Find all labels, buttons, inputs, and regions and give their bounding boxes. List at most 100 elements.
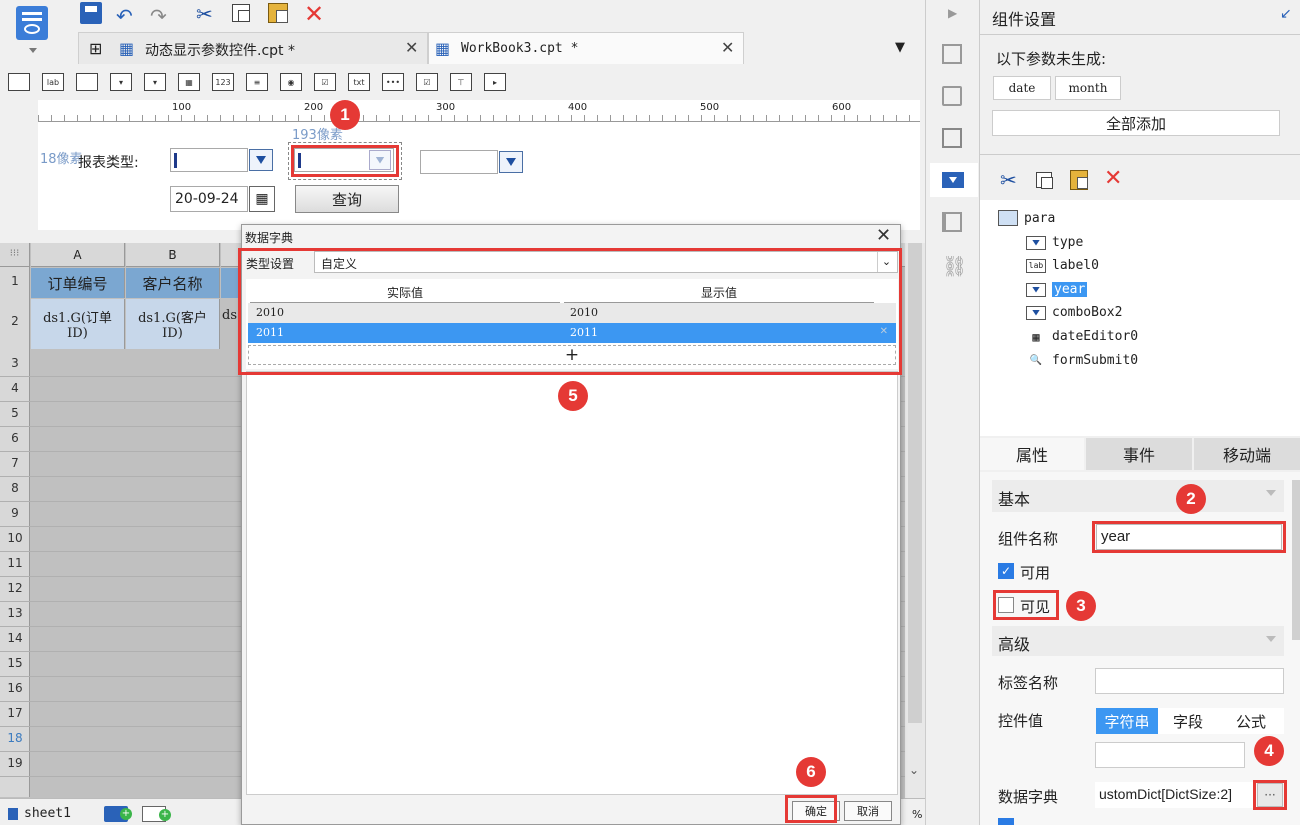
column-header-a[interactable]: A xyxy=(31,243,125,267)
textfield-widget-icon[interactable] xyxy=(76,73,98,91)
dialog-close-icon[interactable]: ✕ xyxy=(876,225,891,246)
paste-icon[interactable] xyxy=(268,3,288,23)
tree-item-type[interactable]: type xyxy=(1026,235,1083,250)
value-type-field[interactable]: 字段 xyxy=(1158,708,1218,734)
value-type-formula[interactable]: 公式 xyxy=(1218,708,1284,734)
column-header-b[interactable]: B xyxy=(126,243,220,267)
section-advanced-header[interactable]: 高级 xyxy=(992,626,1284,656)
tree-item-formSubmit0[interactable]: 🔍 formSubmit0 xyxy=(1026,353,1138,368)
data-cell-customer-id[interactable]: ds1.G(客户ID) xyxy=(126,299,220,349)
tab-list-dropdown-icon[interactable]: ▼ xyxy=(895,40,905,55)
listbox-widget-icon[interactable]: ▾ xyxy=(144,73,166,91)
tab-mobile[interactable]: 移动端 xyxy=(1194,438,1300,470)
add-all-button[interactable]: 全部添加 xyxy=(992,110,1280,136)
header-cell-c[interactable] xyxy=(221,268,241,298)
tab-param-template[interactable]: ⊞ ▦ 动态显示参数控件.cpt * ✕ xyxy=(78,32,428,64)
enabled-checkbox[interactable]: ✓ xyxy=(998,563,1014,579)
select-all-corner[interactable]: ⁝⁝⁝ xyxy=(0,243,30,267)
report-block-icon[interactable] xyxy=(942,86,962,106)
header-cell-order-no[interactable]: 订单编号 xyxy=(31,268,125,298)
tree-item-label0[interactable]: lab label0 xyxy=(1026,258,1099,273)
value-type-string[interactable]: 字符串 xyxy=(1096,708,1158,734)
tree-root[interactable]: para xyxy=(1024,211,1055,226)
col-header-actual: 实际值 xyxy=(250,283,560,303)
tree-item-dateEditor0[interactable]: ▦ dateEditor0 xyxy=(1026,329,1138,344)
add-row-button[interactable]: + xyxy=(248,345,896,365)
checkbox-group-icon[interactable]: ☑ xyxy=(314,73,336,91)
type-combobox[interactable] xyxy=(170,148,248,172)
tab-events[interactable]: 事件 xyxy=(1086,438,1192,470)
expand-icon[interactable]: ↙ xyxy=(1280,6,1292,22)
redo-icon[interactable]: ↷ xyxy=(150,4,167,28)
tree-widget-icon[interactable]: ⊤ xyxy=(450,73,472,91)
delete-icon[interactable]: ✕ xyxy=(304,0,324,28)
checkbox-widget-icon[interactable]: ☑ xyxy=(416,73,438,91)
header-cell-customer[interactable]: 客户名称 xyxy=(126,268,220,298)
tab-properties[interactable]: 属性 xyxy=(980,438,1084,470)
tag-name-input[interactable] xyxy=(1095,668,1284,694)
paste-icon[interactable] xyxy=(1070,170,1088,190)
next-option-checkbox[interactable] xyxy=(998,818,1014,825)
save-icon[interactable] xyxy=(80,2,102,24)
type-select[interactable]: 自定义 ⌄ xyxy=(314,251,898,273)
add-sheet-icon[interactable]: + xyxy=(104,806,132,822)
remove-row-icon[interactable]: ✕ xyxy=(880,326,888,337)
date-editor[interactable]: 20-09-24 xyxy=(170,186,248,212)
control-value-input[interactable] xyxy=(1095,742,1245,768)
copy-icon[interactable] xyxy=(232,4,250,22)
tab-workbook3[interactable]: ▦ WorkBook3.cpt * ✕ xyxy=(428,32,744,64)
component-name-input[interactable]: year xyxy=(1096,524,1282,550)
vertical-scrollbar[interactable]: ⌄ xyxy=(905,243,925,798)
query-button[interactable]: 查询 xyxy=(295,185,399,213)
textarea-widget-icon[interactable]: ≡ xyxy=(246,73,268,91)
collapse-arrow-icon[interactable]: ▶ xyxy=(948,6,957,20)
data-cell-order-id[interactable]: ds1.G(订单ID) xyxy=(31,299,125,349)
data-dict-field[interactable]: ustomDict[DictSize:2] xyxy=(1095,782,1255,808)
sheet-tab[interactable]: sheet1 xyxy=(24,806,71,821)
combobox-widget-icon[interactable]: ▾ xyxy=(110,73,132,91)
tree-item-comboBox2[interactable]: comboBox2 xyxy=(1026,305,1122,320)
delete-icon[interactable]: ✕ xyxy=(1104,166,1122,191)
widget-settings-icon[interactable] xyxy=(930,163,978,197)
ok-button[interactable]: 确定 xyxy=(792,801,840,821)
number-widget-icon[interactable]: 123 xyxy=(212,73,234,91)
radio-group-icon[interactable]: ◉ xyxy=(280,73,302,91)
chevron-down-icon[interactable] xyxy=(249,149,273,171)
doc-icon: ▦ xyxy=(435,39,451,58)
frame-icon[interactable] xyxy=(942,128,962,148)
scroll-down-icon[interactable]: ⌄ xyxy=(909,763,919,777)
more-widgets-icon[interactable]: ▸ xyxy=(484,73,506,91)
text-widget-icon[interactable]: txt xyxy=(348,73,370,91)
param-chip-date[interactable]: date xyxy=(993,76,1051,100)
button-widget-icon[interactable] xyxy=(8,73,30,91)
hyperlink-icon[interactable]: ⛓ xyxy=(942,254,967,278)
cancel-button[interactable]: 取消 xyxy=(844,801,892,821)
combobox2[interactable] xyxy=(420,150,498,174)
close-icon[interactable]: ✕ xyxy=(405,38,418,57)
date-widget-icon[interactable]: ▦ xyxy=(178,73,200,91)
calendar-icon[interactable]: ▦ xyxy=(249,186,275,212)
data-dict-more-button[interactable]: ··· xyxy=(1257,783,1283,807)
cut-icon[interactable]: ✂ xyxy=(196,2,213,26)
template-settings-icon[interactable] xyxy=(942,212,962,232)
visible-checkbox[interactable] xyxy=(998,597,1014,613)
right-scrollbar[interactable] xyxy=(1292,480,1300,640)
undo-icon[interactable]: ↶ xyxy=(116,4,133,28)
chevron-down-icon[interactable] xyxy=(499,151,523,173)
add-poly-sheet-icon[interactable]: + xyxy=(142,806,171,822)
dict-row-selected[interactable]: 2011 2011 ✕ xyxy=(248,323,896,343)
tree-item-year[interactable]: year xyxy=(1026,282,1088,297)
close-icon[interactable]: ✕ xyxy=(721,38,734,57)
dict-row[interactable]: 2010 2010 xyxy=(248,303,896,323)
cut-icon[interactable]: ✂ xyxy=(1000,168,1017,192)
section-basic-header[interactable]: 基本 xyxy=(992,480,1284,512)
copy-icon[interactable] xyxy=(1036,172,1053,189)
row-number[interactable]: 1 xyxy=(0,274,30,288)
label-widget-icon[interactable]: lab xyxy=(42,73,64,91)
app-logo-icon[interactable] xyxy=(16,6,48,40)
layout-icon[interactable] xyxy=(942,44,962,64)
row-number[interactable]: 2 xyxy=(0,314,30,328)
data-cell-c[interactable]: ds xyxy=(222,308,242,338)
password-widget-icon[interactable]: ••• xyxy=(382,73,404,91)
param-chip-month[interactable]: month xyxy=(1055,76,1121,100)
